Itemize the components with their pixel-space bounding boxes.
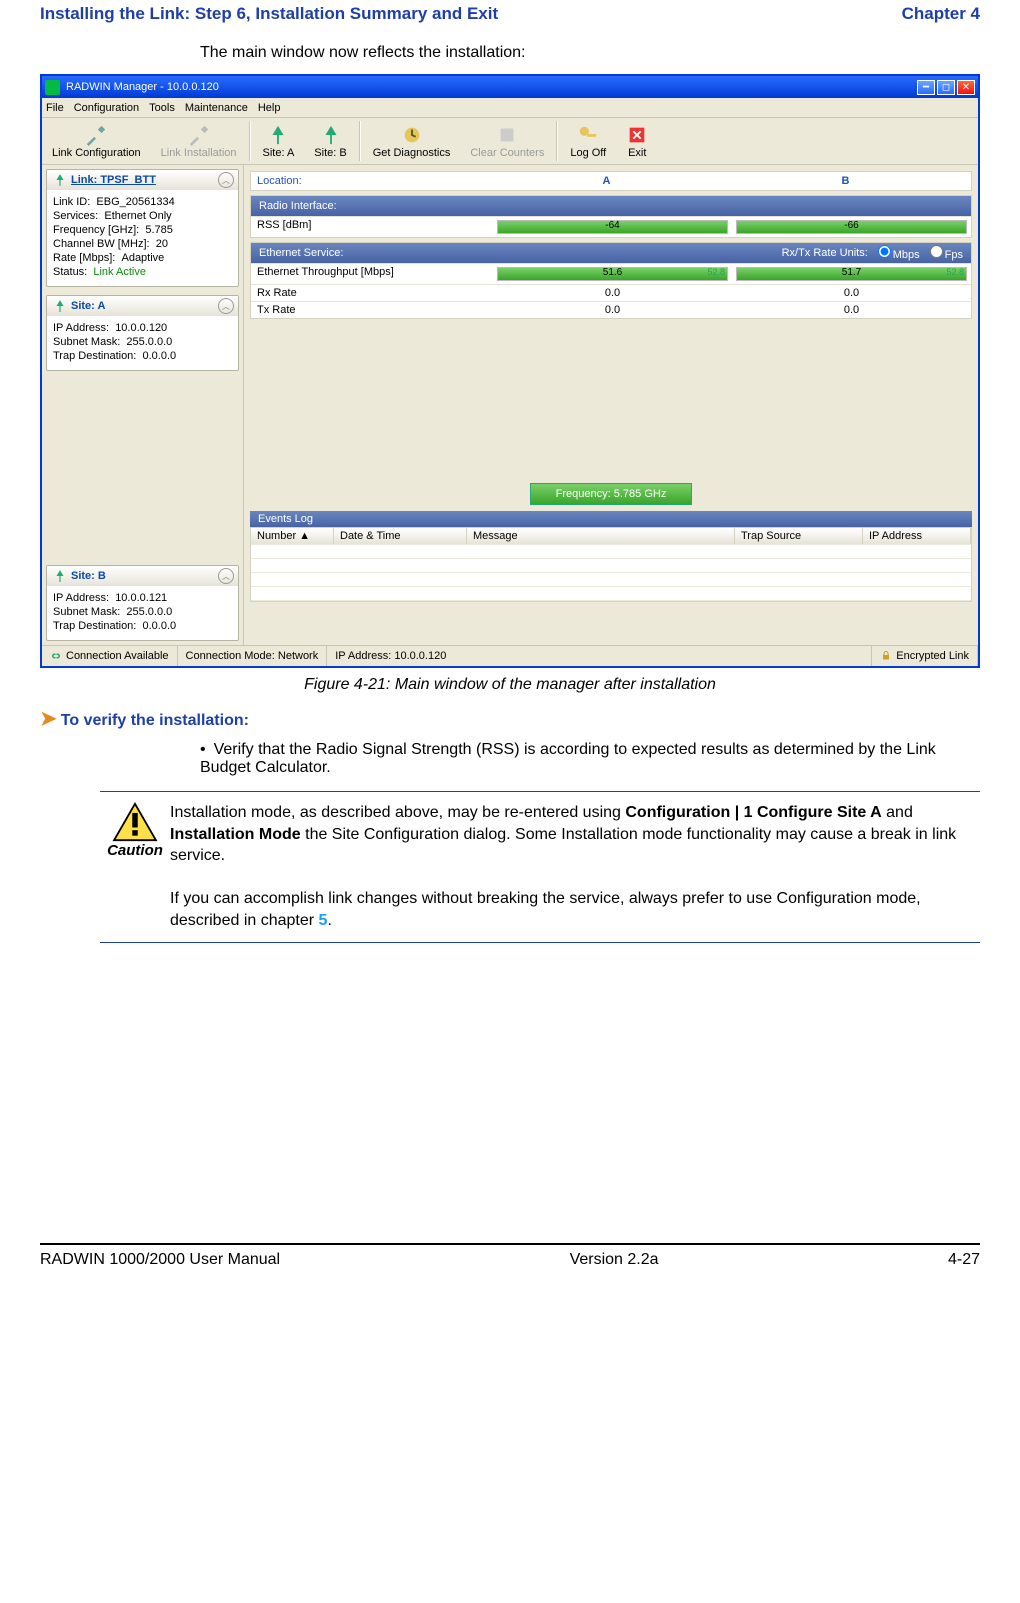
caution-box: Caution Installation mode, as described … [100,791,980,943]
table-row [251,545,971,559]
toolbar: Link Configuration Link Installation Sit… [42,118,978,165]
collapse-icon[interactable]: ︿ [218,298,234,314]
rss-bar-b: -66 [736,220,967,234]
toolbar-exit[interactable]: Exit [616,118,658,164]
doc-footer: RADWIN 1000/2000 User Manual Version 2.2… [40,1243,980,1269]
antenna-icon [267,124,289,146]
col-ip[interactable]: IP Address [863,528,971,544]
window-title: RADWIN Manager - 10.0.0.120 [66,81,219,93]
close-button[interactable]: ✕ [957,80,975,95]
toolbar-clear-counters: Clear Counters [460,118,554,164]
bullet-icon: • [200,741,206,758]
site-a-panel: Site: A ︿ IP Address: 10.0.0.120 Subnet … [46,295,239,371]
toolbar-logoff[interactable]: Log Off [560,118,616,164]
exit-icon [626,124,648,146]
foot-right: 4-27 [948,1251,980,1269]
doc-header-right: Chapter 4 [902,4,980,24]
toolbar-link-config[interactable]: Link Configuration [42,118,151,164]
wrench-disabled-icon [188,124,210,146]
site-a-panel-header[interactable]: Site: A ︿ [47,296,238,316]
table-row [251,587,971,601]
menu-maintenance[interactable]: Maintenance [185,102,248,114]
col-message[interactable]: Message [467,528,735,544]
toolbar-link-install: Link Installation [151,118,247,164]
chevron-icon: ➤ [40,708,57,730]
wrench-icon [85,124,107,146]
caution-text: Installation mode, as described above, m… [170,802,980,932]
column-b: B [726,175,965,187]
key-icon [577,124,599,146]
maximize-button[interactable]: ◻ [937,80,955,95]
link-title[interactable]: Link: TPSF_BTT [71,174,156,186]
link-icon [50,650,62,662]
link-panel-header[interactable]: Link: TPSF_BTT ︿ [47,170,238,190]
collapse-icon[interactable]: ︿ [218,568,234,584]
rss-bar-a: -64 [497,220,728,234]
clear-icon [496,124,518,146]
foot-left: RADWIN 1000/2000 User Manual [40,1251,280,1269]
menu-help[interactable]: Help [258,102,281,114]
menu-configuration[interactable]: Configuration [74,102,139,114]
ethernet-header: Ethernet Service: Rx/Tx Rate Units: Mbps… [251,243,971,263]
app-logo-icon [45,80,60,95]
foot-mid: Version 2.2a [570,1251,659,1269]
col-datetime[interactable]: Date & Time [334,528,467,544]
antenna-icon [53,299,67,313]
col-trap-source[interactable]: Trap Source [735,528,863,544]
lock-icon [880,650,892,662]
events-log-header: Events Log [250,511,972,527]
status-mode: Connection Mode: Network [178,646,328,666]
intro-text: The main window now reflects the install… [200,44,980,62]
status-ip: IP Address: 10.0.0.120 [327,646,872,666]
doc-header: Installing the Link: Step 6, Installatio… [40,0,980,30]
collapse-icon[interactable]: ︿ [218,172,234,188]
frequency-badge: Frequency: 5.785 GHz [530,483,692,505]
col-number[interactable]: Number ▲ [251,528,334,544]
rate-units: Rx/Tx Rate Units: Mbps Fps [782,245,963,261]
statusbar: Connection Available Connection Mode: Ne… [42,645,978,666]
mbps-radio[interactable]: Mbps [874,245,920,261]
status-connection: Connection Available [42,646,178,666]
titlebar[interactable]: RADWIN Manager - 10.0.0.120 ━ ◻ ✕ [42,76,978,98]
link-panel: Link: TPSF_BTT ︿ Link ID: EBG_20561334 S… [46,169,239,287]
throughput-bar-a: 51.652.8 [497,267,728,281]
radio-block: Radio Interface: RSS [dBm] -64 -66 [250,195,972,238]
figure-caption: Figure 4-21: Main window of the manager … [40,676,980,694]
column-a: A [487,175,726,187]
antenna-icon [53,173,67,187]
table-row [251,559,971,573]
toolbar-site-b[interactable]: Site: B [304,118,356,164]
doc-header-left: Installing the Link: Step 6, Installatio… [40,4,498,24]
radio-header: Radio Interface: [251,196,971,216]
status-encrypted: Encrypted Link [872,646,978,666]
procedure-heading: ➤To verify the installation: [40,706,980,731]
ethernet-block: Ethernet Service: Rx/Tx Rate Units: Mbps… [250,242,972,319]
bullet-item: •Verify that the Radio Signal Strength (… [200,741,980,777]
fps-radio[interactable]: Fps [926,245,963,261]
menu-tools[interactable]: Tools [149,102,175,114]
minimize-button[interactable]: ━ [917,80,935,95]
location-row: Location: A B [250,171,972,191]
diagnostics-icon [401,124,423,146]
site-b-panel: Site: B ︿ IP Address: 10.0.0.121 Subnet … [46,565,239,641]
toolbar-site-a[interactable]: Site: A [253,118,305,164]
throughput-bar-b: 51.752.8 [736,267,967,281]
events-log-table[interactable]: Number ▲ Date & Time Message Trap Source… [250,527,972,602]
link-status: Link Active [93,266,146,278]
main-area: Location: A B Radio Interface: RSS [dBm]… [244,165,978,645]
antenna-icon [53,569,67,583]
caution-icon: Caution [100,802,170,932]
antenna-icon [320,124,342,146]
site-b-panel-header[interactable]: Site: B ︿ [47,566,238,586]
sidebar: Link: TPSF_BTT ︿ Link ID: EBG_20561334 S… [42,165,244,645]
menu-file[interactable]: File [46,102,64,114]
toolbar-diagnostics[interactable]: Get Diagnostics [363,118,461,164]
menubar: File Configuration Tools Maintenance Hel… [42,98,978,118]
table-row [251,573,971,587]
app-window: RADWIN Manager - 10.0.0.120 ━ ◻ ✕ File C… [40,74,980,668]
